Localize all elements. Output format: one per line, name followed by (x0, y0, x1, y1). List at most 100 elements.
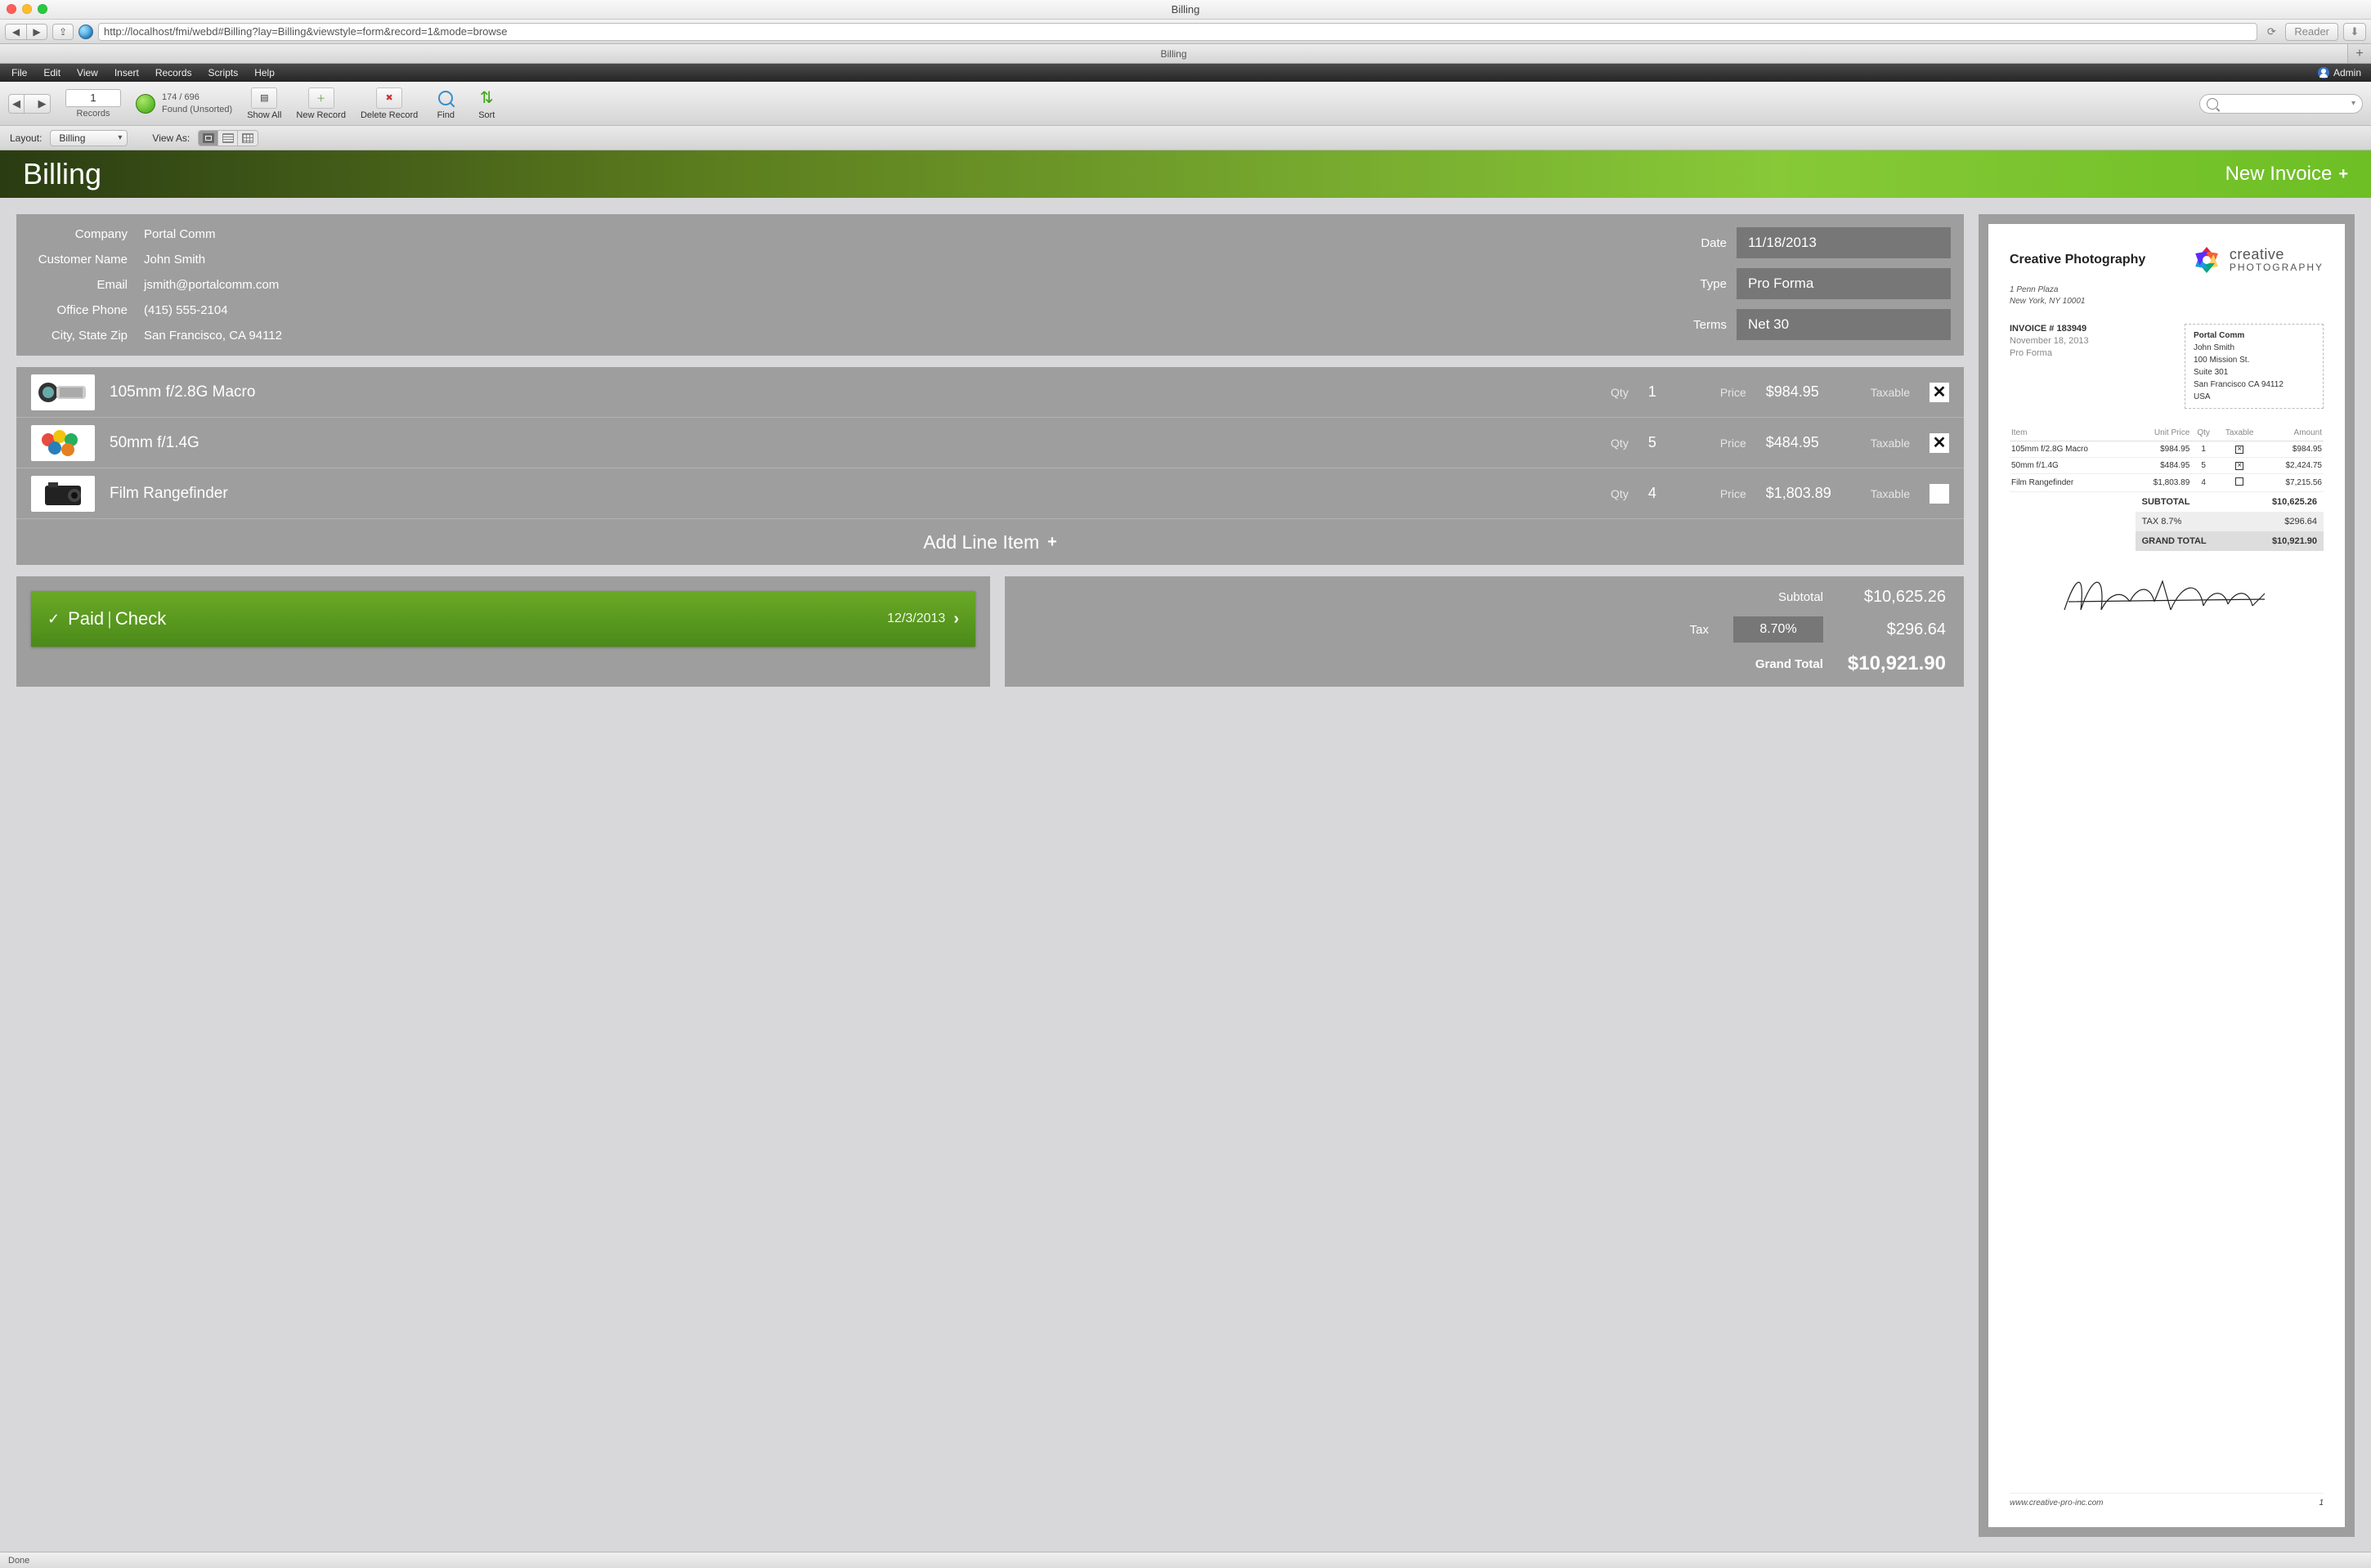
tax-label: Tax (1690, 623, 1709, 637)
terms-field[interactable]: Net 30 (1737, 309, 1951, 340)
subtotal-value: $10,625.26 (1848, 588, 1946, 607)
price-field[interactable]: $1,803.89 (1766, 485, 1856, 502)
price-label: Price (1720, 487, 1746, 500)
payment-text: Paid|Check (68, 608, 879, 629)
record-nav: ◀ ▶ (8, 94, 51, 114)
fm-toolbar: ◀ ▶ Records 174 / 696 Found (Unsorted) ▤… (0, 82, 2371, 126)
date-label: Date (1681, 236, 1727, 250)
new-record-icon: ＋ (308, 87, 334, 109)
record-number-input[interactable] (65, 89, 121, 107)
col-qty: Qty (2191, 425, 2216, 441)
taxable-checkbox[interactable] (1930, 484, 1949, 504)
address-bar[interactable]: http://localhost/fmi/webd#Billing?lay=Bi… (98, 23, 2257, 41)
browser-toolbar: ◀ ▶ ⇪ http://localhost/fmi/webd#Billing?… (0, 20, 2371, 44)
layout-header: Billing New Invoice + (0, 150, 2371, 198)
csz-field[interactable]: San Francisco, CA 94112 (144, 329, 282, 343)
product-name[interactable]: 105mm f/2.8G Macro (110, 383, 1596, 401)
taxable-check-icon (2235, 477, 2243, 486)
qty-field[interactable]: 5 (1648, 434, 1705, 451)
status-led-icon (136, 94, 155, 114)
close-window-button[interactable] (7, 4, 16, 14)
zoom-window-button[interactable] (38, 4, 47, 14)
product-thumbnail[interactable] (31, 374, 95, 410)
customer-name-field[interactable]: John Smith (144, 253, 205, 267)
new-invoice-button[interactable]: New Invoice + (2225, 163, 2348, 186)
company-field[interactable]: Portal Comm (144, 227, 216, 241)
delete-record-button[interactable]: ✖ Delete Record (361, 87, 418, 120)
bottom-row: ✓ Paid|Check 12/3/2013 › Subtotal$10,625… (16, 576, 1964, 687)
browser-back-button[interactable]: ◀ (5, 24, 26, 40)
view-table-button[interactable] (238, 131, 258, 146)
terms-label: Terms (1681, 318, 1727, 332)
menu-view[interactable]: View (69, 67, 106, 78)
taxable-checkbox[interactable]: ✕ (1930, 383, 1949, 402)
qty-label: Qty (1611, 487, 1629, 500)
taxable-label: Taxable (1871, 386, 1910, 399)
traffic-lights (7, 4, 47, 14)
chevron-down-icon: ▾ (118, 133, 122, 142)
menu-scripts[interactable]: Scripts (200, 67, 247, 78)
new-record-button[interactable]: ＋ New Record (296, 87, 346, 120)
product-thumbnail[interactable] (31, 425, 95, 461)
layout-select[interactable]: Billing ▾ (50, 130, 128, 146)
payment-button[interactable]: ✓ Paid|Check 12/3/2013 › (31, 591, 975, 647)
add-line-item-button[interactable]: Add Line Item + (16, 519, 1964, 565)
sort-button[interactable]: ⇅ Sort (473, 87, 500, 120)
next-record-button[interactable]: ▶ (34, 94, 51, 114)
record-slider[interactable] (25, 94, 34, 114)
taxable-label: Taxable (1871, 437, 1910, 450)
type-label: Type (1681, 277, 1727, 291)
minimize-window-button[interactable] (22, 4, 32, 14)
invoice-date: November 18, 2013 (2010, 336, 2160, 346)
reader-button[interactable]: Reader (2285, 23, 2338, 41)
product-name[interactable]: 50mm f/1.4G (110, 434, 1596, 452)
invoice-items-table: Item Unit Price Qty Taxable Amount 105mm… (2010, 425, 2324, 492)
check-icon: ✓ (47, 611, 60, 628)
price-field[interactable]: $984.95 (1766, 383, 1856, 401)
user-menu[interactable]: Admin (2318, 67, 2368, 78)
layout-label: Layout: (10, 132, 42, 144)
qty-label: Qty (1611, 386, 1629, 399)
menu-help[interactable]: Help (246, 67, 283, 78)
new-tab-button[interactable]: + (2348, 44, 2371, 63)
preview-column: Creative Photography (1979, 214, 2355, 1537)
workspace: CompanyPortal Comm Customer NameJohn Smi… (0, 198, 2371, 1552)
browser-tab[interactable]: Billing (0, 44, 2348, 63)
qty-field[interactable]: 4 (1648, 485, 1705, 502)
payment-date: 12/3/2013 (887, 612, 945, 626)
line-item: 105mm f/2.8G Macro Qty 1 Price $984.95 T… (16, 367, 1964, 418)
taxable-checkbox[interactable]: ✕ (1930, 433, 1949, 453)
menu-records[interactable]: Records (147, 67, 200, 78)
menu-edit[interactable]: Edit (35, 67, 69, 78)
reload-button[interactable]: ⟳ (2262, 23, 2280, 41)
site-icon (78, 25, 93, 39)
show-all-button[interactable]: ▤ Show All (247, 87, 281, 120)
product-name[interactable]: Film Rangefinder (110, 485, 1596, 503)
find-button[interactable]: Find (433, 87, 459, 120)
prev-record-button[interactable]: ◀ (8, 94, 25, 114)
status-text: Done (8, 1556, 29, 1566)
menu-insert[interactable]: Insert (106, 67, 147, 78)
downloads-button[interactable]: ⬇ (2343, 23, 2366, 41)
view-form-button[interactable] (199, 131, 218, 146)
tax-rate-field[interactable]: 8.70% (1733, 616, 1823, 643)
bill-to-box: Portal Comm John Smith 100 Mission St. S… (2185, 324, 2324, 409)
qty-field[interactable]: 1 (1648, 383, 1705, 401)
type-field[interactable]: Pro Forma (1737, 268, 1951, 299)
viewas-label: View As: (152, 132, 190, 144)
date-field[interactable]: 11/18/2013 (1737, 227, 1951, 258)
price-field[interactable]: $484.95 (1766, 434, 1856, 451)
grand-total-label: Grand Total (1755, 657, 1823, 671)
search-dropdown-caret[interactable]: ▾ (2351, 99, 2355, 108)
line-item: Film Rangefinder Qty 4 Price $1,803.89 T… (16, 468, 1964, 519)
email-field[interactable]: jsmith@portalcomm.com (144, 278, 279, 292)
show-all-icon: ▤ (251, 87, 277, 109)
company-logo: creative PHOTOGRAPHY (2190, 244, 2324, 276)
browser-forward-button[interactable]: ▶ (26, 24, 47, 40)
phone-field[interactable]: (415) 555-2104 (144, 303, 228, 317)
quick-search-input[interactable]: ▾ (2199, 94, 2363, 114)
view-list-button[interactable] (218, 131, 238, 146)
browser-share-button[interactable]: ⇪ (52, 24, 74, 40)
product-thumbnail[interactable] (31, 476, 95, 512)
menu-file[interactable]: File (3, 67, 35, 78)
